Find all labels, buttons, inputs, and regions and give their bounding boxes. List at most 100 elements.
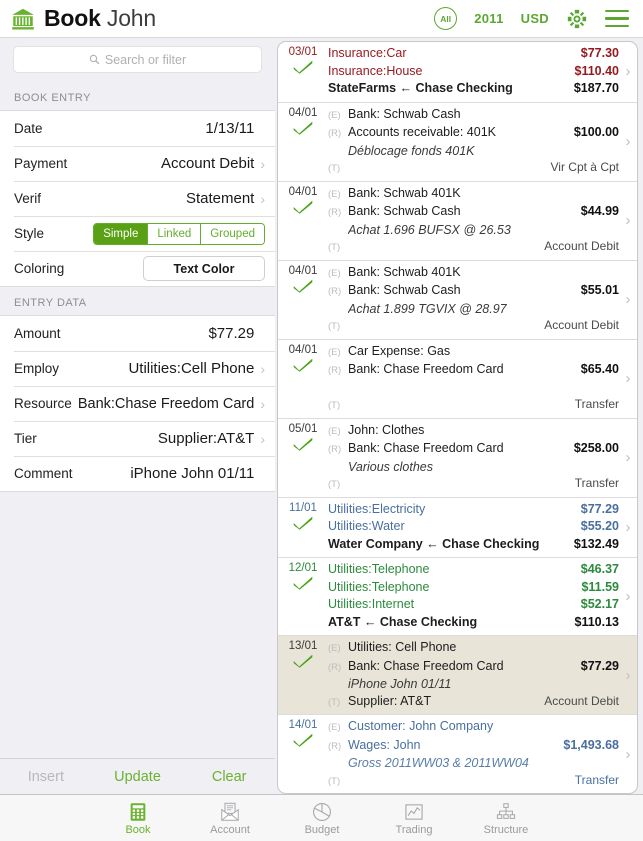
chevron-right-icon[interactable]: › [619,42,637,102]
transaction-lines: (E) Utilities: Cell Phone (R) Bank: Chase F… [328,636,619,714]
checkmark-icon[interactable] [292,436,314,452]
transaction-row[interactable]: 14/01 (E) Customer: John Company (R) Wages: … [278,715,637,793]
field-payment[interactable]: Payment Account Debit › [0,146,275,181]
gear-icon[interactable] [566,8,588,30]
search-input[interactable]: Search or filter [13,46,262,73]
transaction-row[interactable]: 13/01 (E) Utilities: Cell Phone (R) Bank: Ch… [278,636,637,715]
update-button[interactable]: Update [92,769,184,785]
tab-structure[interactable]: Structure [460,801,552,836]
checkmark-icon[interactable] [292,59,314,75]
left-form-panel: Search or filter BOOK ENTRY Date 1/13/11… [0,38,275,794]
style-option-simple[interactable]: Simple [94,223,148,244]
tab-budget[interactable]: Budget [276,801,368,836]
chevron-right-icon[interactable]: › [619,558,637,635]
line-type-tag: (T) [328,242,341,253]
field-employ[interactable]: Employ Utilities:Cell Phone › [0,351,275,386]
hamburger-menu-icon[interactable] [605,10,629,27]
line-text: John: Clothes [348,422,425,437]
line-text: Utilities:Internet [328,597,415,611]
line-text: Utilities: Cell Phone [348,640,457,654]
envelope-account-icon [184,801,276,823]
field-date-value: 1/13/11 [205,120,255,137]
pie-chart-icon [276,801,368,823]
insert-button[interactable]: Insert [0,769,92,785]
line-type-tag: (T) [328,321,341,332]
line-type-tag: (R) [328,740,342,752]
chevron-right-icon: › [260,395,265,412]
field-amount[interactable]: Amount $77.29 › [0,316,275,351]
chevron-right-icon[interactable]: › [619,182,637,260]
style-option-grouped[interactable]: Grouped [200,223,264,244]
transaction-line: Insurance:Car $77.30 [328,45,619,63]
transaction-list[interactable]: 03/01 Insurance:Car $77.30 Insurance:House $… [277,41,638,794]
chevron-right-icon[interactable]: › [619,636,637,714]
transaction-row[interactable]: 04/01 (E) Bank: Schwab Cash (R) Accounts rec… [278,103,637,182]
field-comment[interactable]: Comment iPhone John 01/11 › [0,456,275,491]
clear-button[interactable]: Clear [183,769,275,785]
line-text: Déblocage fonds 401K [348,143,475,158]
checkmark-icon[interactable] [292,575,314,591]
tab-book-label: Book [125,823,151,836]
year-selector[interactable]: 2011 [474,11,503,26]
transaction-date-column: 04/01 [278,340,328,418]
transaction-line: Utilities:Water $55.20 [328,518,619,536]
field-tier[interactable]: Tier Supplier:AT&T › [0,421,275,456]
chevron-right-icon[interactable]: › [619,715,637,793]
checkmark-icon[interactable] [292,278,314,294]
tab-trading[interactable]: Trading [368,801,460,836]
tab-account[interactable]: Account [184,801,276,836]
transaction-row[interactable]: 04/01 (E) Car Expense: Gas (R) Bank: Chase F… [278,340,637,419]
line-text: Various clothes [348,459,433,474]
line-note: Account Debit [544,693,619,708]
transaction-line: Déblocage fonds 401K [328,143,619,160]
text-color-button[interactable]: Text Color [143,256,265,281]
line-text: Achat 1.899 TGVIX @ 28.97 [348,301,507,316]
transaction-row[interactable]: 05/01 (E) John: Clothes (R) Bank: Chase Free… [278,419,637,498]
line-text: Car Expense: Gas [348,343,451,358]
transaction-row[interactable]: 04/01 (E) Bank: Schwab 401K (R) Bank: Schwab… [278,182,637,261]
line-type-tag: (E) [328,722,341,733]
entry-data-section-title: ENTRY DATA [14,297,87,309]
page-title-sub: John [106,5,156,31]
tab-book[interactable]: Book [92,801,184,836]
checkmark-icon[interactable] [292,653,314,669]
style-segmented-control[interactable]: Simple Linked Grouped [93,222,265,245]
checkmark-icon[interactable] [292,199,314,215]
chevron-right-icon[interactable]: › [619,498,637,558]
field-resource[interactable]: Resource Bank:Chase Freedom Card › [0,386,275,421]
field-date[interactable]: Date 1/13/11 › [0,111,275,146]
book-ledger-icon [92,801,184,823]
transaction-date-column: 04/01 [278,182,328,260]
field-amount-value: $77.29 [208,325,255,342]
transaction-lines: Utilities:Telephone $46.37 Utilities:Telep… [328,558,619,635]
chevron-right-icon[interactable]: › [619,103,637,181]
line-amount: $258.00 [573,441,619,455]
checkmark-icon[interactable] [292,120,314,136]
checkmark-icon[interactable] [292,357,314,373]
line-type-tag: (R) [328,207,342,218]
transaction-line: (E) Customer: John Company [328,718,619,737]
transaction-date-column: 04/01 [278,261,328,339]
checkmark-icon[interactable] [292,515,314,531]
line-text: iPhone John 01/11 [348,677,452,691]
transaction-date: 04/01 [288,106,318,119]
currency-selector[interactable]: USD [521,11,549,26]
transaction-date: 13/01 [288,640,318,652]
transaction-row[interactable]: 03/01 Insurance:Car $77.30 Insurance:House $… [278,42,637,103]
transaction-date: 12/01 [288,562,318,574]
chevron-right-icon[interactable]: › [619,419,637,497]
line-text: Bank: Schwab 401K [348,185,461,200]
transaction-line: (R) Bank: Chase Freedom Card $77.29 [328,658,619,677]
transaction-row[interactable]: 11/01 Utilities:Electricity $77.29 Utilitie… [278,498,637,558]
transaction-row[interactable]: 12/01 Utilities:Telephone $46.37 Utilities:… [278,558,637,636]
chevron-right-icon[interactable]: › [619,261,637,339]
line-text: Gross 2011WW03 & 2011WW04 [348,756,529,770]
checkmark-icon[interactable] [292,732,314,748]
line-type-tag: (E) [328,109,341,121]
line-amount: $65.40 [580,362,619,376]
field-verif[interactable]: Verif Statement › [0,181,275,216]
style-option-linked[interactable]: Linked [147,223,201,244]
filter-all-badge[interactable]: All [434,7,458,30]
chevron-right-icon[interactable]: › [619,340,637,418]
transaction-row[interactable]: 04/01 (E) Bank: Schwab 401K (R) Bank: Schwab… [278,261,637,340]
